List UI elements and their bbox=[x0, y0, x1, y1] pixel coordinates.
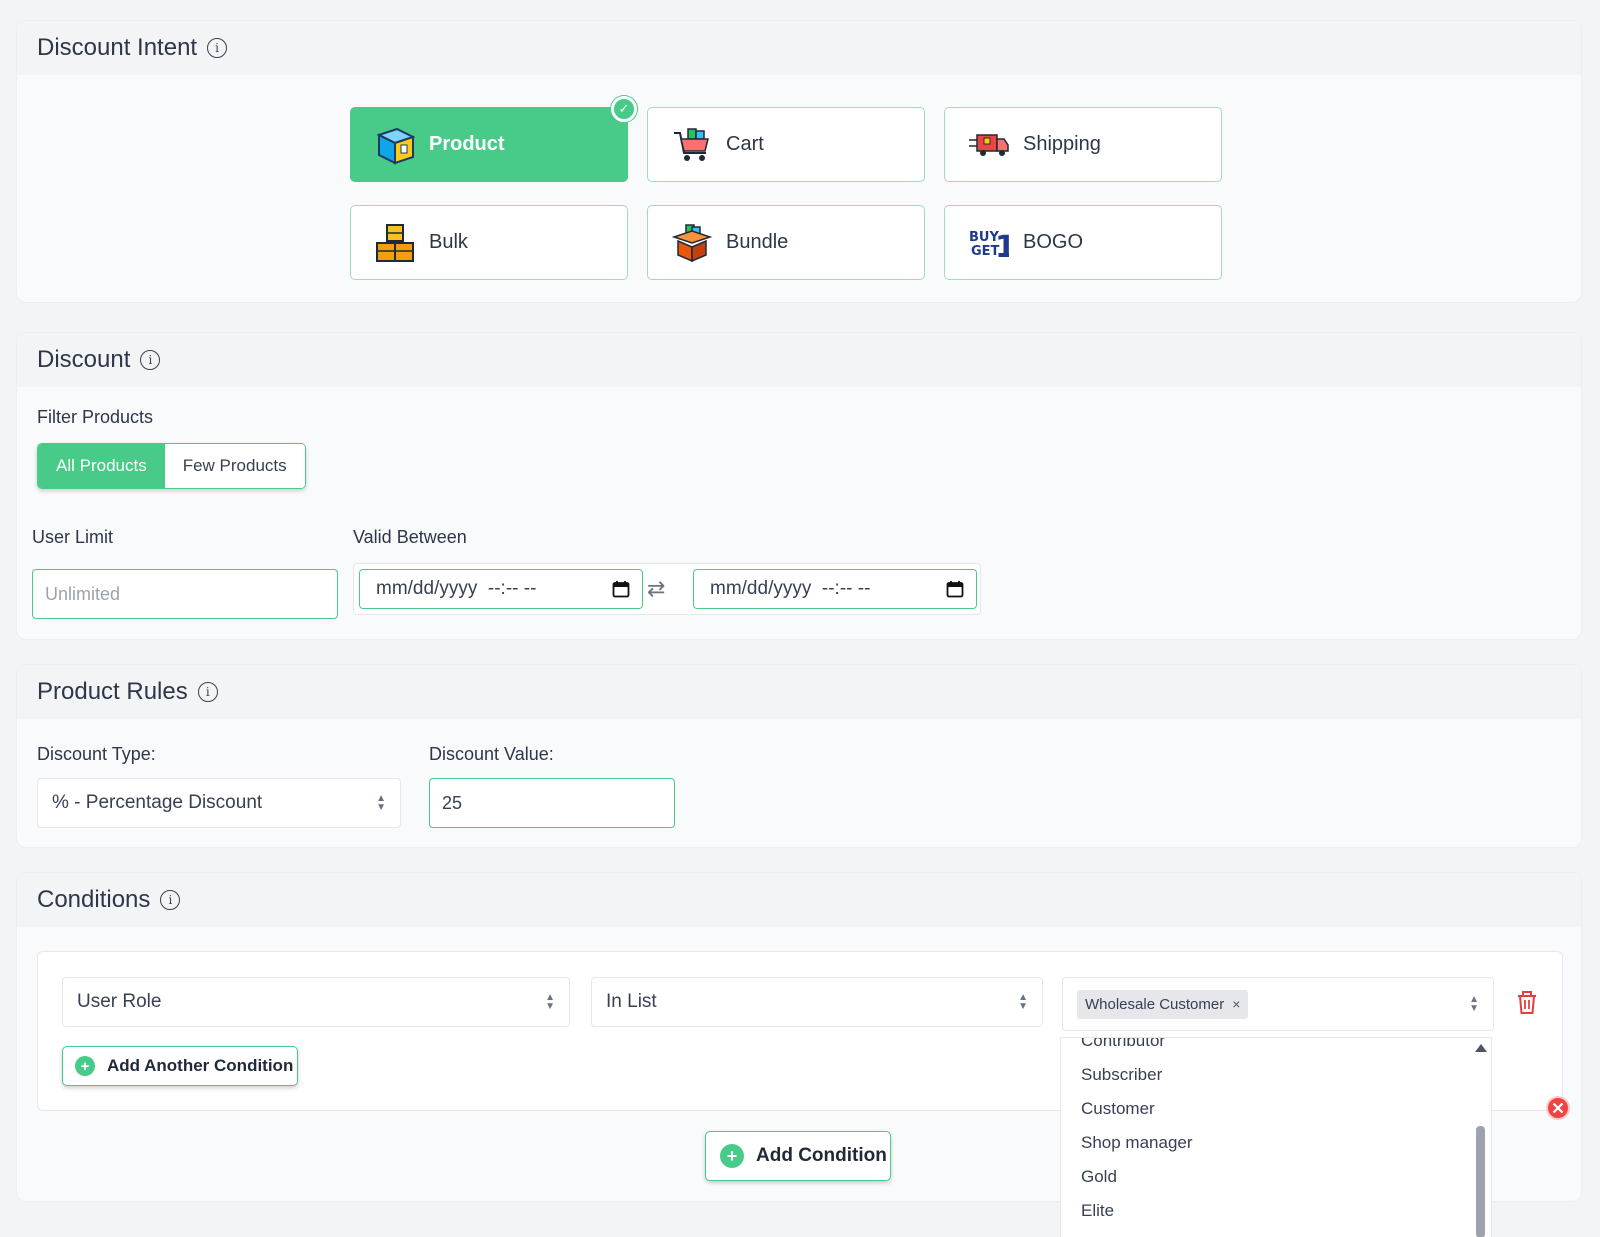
role-option[interactable]: Customer bbox=[1061, 1092, 1491, 1126]
shipping-truck-icon bbox=[969, 125, 1009, 165]
bogo-number-text: 1 bbox=[995, 230, 1009, 263]
end-date-placeholder: mm/dd/yyyy --:-- -- bbox=[710, 578, 871, 599]
discount-intent-header: Discount Intent i bbox=[17, 21, 1581, 75]
info-icon[interactable]: i bbox=[160, 890, 181, 910]
discount-value-label: Discount Value: bbox=[429, 744, 554, 764]
remove-tag-icon[interactable]: × bbox=[1232, 996, 1240, 1012]
dropdown-scrollbar[interactable] bbox=[1475, 1038, 1487, 1237]
intent-tile-label: Product bbox=[429, 133, 505, 155]
scrollbar-thumb[interactable] bbox=[1476, 1126, 1485, 1237]
intent-tile-label: Bundle bbox=[726, 231, 789, 253]
check-icon: ✓ bbox=[611, 96, 637, 122]
select-arrows-icon: ▲ ▼ bbox=[1018, 992, 1028, 1012]
discount-card: Discount i Filter Products All Products … bbox=[16, 332, 1582, 640]
intent-tile-bogo[interactable]: BUY GET 1 BOGO bbox=[944, 205, 1222, 280]
discount-title: Discount bbox=[37, 346, 131, 373]
few-products-option[interactable]: Few Products bbox=[164, 444, 305, 488]
add-another-condition-button[interactable]: + Add Another Condition bbox=[62, 1046, 298, 1086]
discount-value-input[interactable]: 25 bbox=[429, 778, 675, 828]
plus-icon: + bbox=[720, 1144, 744, 1168]
discount-type-label: Discount Type: bbox=[37, 744, 156, 764]
filter-products-label: Filter Products bbox=[37, 407, 154, 427]
valid-between-label: Valid Between bbox=[353, 527, 467, 547]
remove-group-icon[interactable] bbox=[1545, 1095, 1571, 1126]
buy1-get1-icon: BUY GET 1 bbox=[969, 223, 1009, 263]
condition-field-value: User Role bbox=[77, 991, 162, 1012]
filter-products-toggle: All Products Few Products bbox=[37, 443, 306, 489]
role-option[interactable]: Shop manager bbox=[1061, 1126, 1491, 1160]
end-date-input[interactable]: mm/dd/yyyy --:-- -- bbox=[693, 569, 977, 609]
plus-icon: + bbox=[75, 1056, 95, 1076]
condition-operator-select[interactable]: In List ▲ ▼ bbox=[591, 977, 1043, 1027]
info-icon[interactable]: i bbox=[207, 38, 228, 58]
product-rules-card: Product Rules i Discount Type: % - Perce… bbox=[16, 664, 1582, 848]
selected-role-tag: Wholesale Customer × bbox=[1077, 989, 1249, 1019]
start-date-input[interactable]: mm/dd/yyyy --:-- -- bbox=[359, 569, 643, 609]
condition-field-select[interactable]: User Role ▲ ▼ bbox=[62, 977, 570, 1027]
conditions-header: Conditions i bbox=[17, 873, 1581, 927]
selected-role-label: Wholesale Customer bbox=[1085, 995, 1225, 1013]
role-option[interactable]: Subscriber bbox=[1061, 1058, 1491, 1092]
calendar-icon[interactable] bbox=[612, 580, 630, 604]
info-icon[interactable]: i bbox=[197, 682, 218, 702]
scroll-up-arrow-icon[interactable] bbox=[1475, 1044, 1487, 1052]
intent-tile-bulk[interactable]: Bulk bbox=[350, 205, 628, 280]
product-box-icon bbox=[375, 125, 415, 165]
delete-condition-icon[interactable] bbox=[1516, 991, 1538, 1020]
discount-type-select[interactable]: % - Percentage Discount ▲ ▼ bbox=[37, 778, 401, 828]
user-limit-label: User Limit bbox=[32, 527, 114, 547]
discount-intent-card: Discount Intent i Product ✓ Cart Shippin… bbox=[16, 20, 1582, 303]
user-limit-input[interactable]: Unlimited bbox=[32, 569, 338, 619]
conditions-title: Conditions bbox=[37, 886, 151, 913]
add-condition-label: Add Condition bbox=[756, 1145, 887, 1166]
select-arrows-icon: ▲ ▼ bbox=[545, 992, 555, 1012]
intent-tile-product[interactable]: Product ✓ bbox=[350, 96, 637, 182]
intent-tile-label: Bulk bbox=[429, 231, 468, 253]
condition-value-multiselect[interactable]: Wholesale Customer × ▲ ▼ bbox=[1062, 977, 1494, 1031]
cart-icon bbox=[672, 125, 712, 165]
condition-operator-value: In List bbox=[606, 991, 657, 1012]
intent-tile-label: Cart bbox=[726, 133, 764, 155]
info-icon[interactable]: i bbox=[140, 350, 161, 370]
intent-tile-shipping[interactable]: Shipping bbox=[944, 107, 1222, 182]
add-condition-button[interactable]: + Add Condition bbox=[705, 1131, 891, 1181]
start-date-placeholder: mm/dd/yyyy --:-- -- bbox=[376, 578, 537, 599]
discount-header: Discount i bbox=[17, 333, 1581, 387]
calendar-icon[interactable] bbox=[946, 580, 964, 604]
intent-tile-bundle[interactable]: Bundle bbox=[647, 205, 925, 280]
role-option[interactable]: Elite bbox=[1061, 1194, 1491, 1228]
valid-between-range: mm/dd/yyyy --:-- -- ⇄ mm/dd/yyyy --:-- -… bbox=[353, 563, 981, 615]
role-option[interactable]: Gold bbox=[1061, 1160, 1491, 1194]
role-option[interactable]: Contributor bbox=[1061, 1038, 1491, 1058]
role-dropdown-list[interactable]: Contributor Subscriber Customer Shop man… bbox=[1060, 1037, 1492, 1237]
select-arrows-icon: ▲ ▼ bbox=[376, 793, 386, 813]
bulk-boxes-icon bbox=[375, 223, 415, 263]
add-another-condition-label: Add Another Condition bbox=[107, 1056, 294, 1075]
product-rules-title: Product Rules bbox=[37, 678, 188, 705]
bundle-box-icon bbox=[672, 223, 712, 263]
swap-icon: ⇄ bbox=[647, 576, 666, 601]
intent-tile-label: Shipping bbox=[1023, 133, 1101, 155]
discount-intent-title: Discount Intent bbox=[37, 34, 198, 61]
product-rules-header: Product Rules i bbox=[17, 665, 1581, 719]
select-arrows-icon: ▲ ▼ bbox=[1469, 994, 1479, 1014]
intent-tile-label: BOGO bbox=[1023, 231, 1084, 253]
all-products-option[interactable]: All Products bbox=[38, 444, 165, 488]
intent-tile-cart[interactable]: Cart bbox=[647, 107, 925, 182]
discount-type-value: % - Percentage Discount bbox=[52, 792, 263, 813]
